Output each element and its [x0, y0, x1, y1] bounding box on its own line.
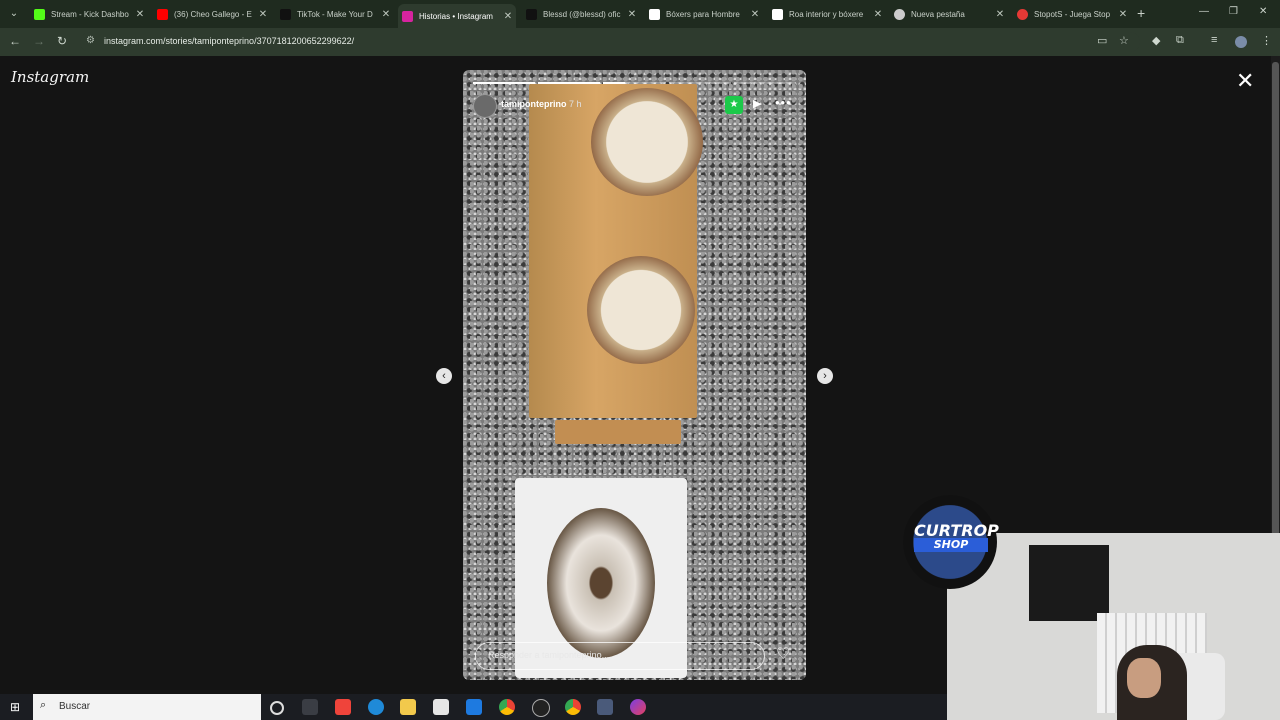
close-tab-icon[interactable]: ✕	[871, 9, 885, 20]
tab-blessd[interactable]: Blessd (@blessd) ofic ✕	[522, 4, 639, 24]
chrome-active-icon[interactable]	[565, 699, 581, 715]
cortana-icon[interactable]	[270, 701, 284, 715]
youtube-icon	[157, 8, 168, 20]
extensions-puzzle-icon[interactable]: ⧉	[1176, 34, 1184, 47]
progress-segment	[733, 82, 797, 84]
like-heart-icon[interactable]: ♡	[776, 644, 790, 664]
file-explorer-icon[interactable]	[400, 699, 416, 715]
browser-toolbar: ← → ↻ ⚙ instagram.com/stories/tamipontep…	[0, 28, 1280, 56]
windows-start-icon[interactable]: ⊞	[10, 700, 20, 714]
story-photo-board-stand	[555, 420, 681, 444]
instagram-icon	[402, 10, 413, 22]
tab-instagram-stories[interactable]: Historias • Instagram ✕	[398, 4, 516, 28]
windows-taskbar: ⊞ ⌕ Buscar	[0, 694, 947, 720]
url-text[interactable]: instagram.com/stories/tamiponteprino/370…	[104, 36, 354, 46]
play-icon[interactable]: ▶	[753, 97, 761, 110]
close-tab-icon[interactable]: ✕	[379, 9, 393, 20]
anydesk-icon[interactable]	[335, 699, 351, 715]
shop-logo-text: CURTROP SHOP	[914, 523, 999, 552]
tab-search-icon[interactable]: ⌄	[6, 6, 22, 22]
profile-avatar[interactable]	[1235, 36, 1247, 48]
tab-stopots[interactable]: StopotS - Juega Stop ✕	[1013, 4, 1130, 24]
close-tab-icon[interactable]: ✕	[133, 9, 147, 20]
back-icon[interactable]: ←	[9, 34, 21, 48]
search-label: Buscar	[59, 701, 91, 712]
browser-menu-icon[interactable]: ⋮	[1261, 34, 1272, 47]
install-app-icon[interactable]: ▭	[1097, 34, 1107, 47]
previous-story-button[interactable]: ‹	[436, 368, 452, 384]
task-view-icon[interactable]	[302, 699, 318, 715]
story-progress-bars	[473, 82, 797, 84]
shop-logo-line2: SHOP	[914, 538, 988, 552]
tab-boxers[interactable]: Bóxers para Hombre ✕	[645, 4, 762, 24]
progress-segment	[538, 82, 601, 84]
more-options-icon[interactable]: •••	[775, 95, 792, 110]
minimize-icon[interactable]: —	[1199, 6, 1209, 17]
tab-youtube[interactable]: (36) Cheo Gallego - E ✕	[153, 4, 270, 24]
close-tab-icon[interactable]: ✕	[748, 9, 762, 20]
story-author-avatar[interactable]	[473, 94, 497, 118]
calculator-icon[interactable]	[597, 699, 613, 715]
stopots-icon	[1017, 8, 1028, 20]
tab-tiktok[interactable]: TikTok - Make Your D ✕	[276, 4, 393, 24]
reply-input[interactable]: Responder a tamiponteprino...	[475, 642, 765, 670]
tiktok-icon	[280, 8, 291, 20]
progress-segment	[668, 82, 731, 84]
obs-icon[interactable]	[532, 699, 550, 717]
tab-roa[interactable]: Roa interior y bóxere ✕	[768, 4, 885, 24]
forward-icon[interactable]: →	[33, 34, 45, 48]
close-friends-star-icon: ★	[725, 96, 743, 114]
mail-icon[interactable]	[466, 699, 482, 715]
site-info-icon[interactable]: ⚙	[86, 35, 95, 46]
close-tab-icon[interactable]: ✕	[256, 9, 270, 20]
restore-icon[interactable]: ❐	[1229, 6, 1238, 17]
story-photo-ring-cake	[547, 508, 655, 658]
bookmark-star-icon[interactable]: ☆	[1119, 34, 1129, 47]
story-author-username[interactable]: tamiponteprino	[501, 99, 567, 109]
next-story-button[interactable]: ›	[817, 368, 833, 384]
close-tab-icon[interactable]: ✕	[625, 9, 639, 20]
extension-diamond-icon[interactable]: ◆	[1152, 34, 1160, 47]
close-tab-icon[interactable]: ✕	[993, 9, 1007, 20]
reload-icon[interactable]: ↻	[57, 34, 67, 48]
chrome-icon	[894, 8, 905, 20]
search-icon: ⌕	[40, 699, 47, 711]
address-bar[interactable]: ⚙ instagram.com/stories/tamiponteprino/3…	[80, 32, 1140, 52]
story-photo-bread-bottom	[587, 256, 695, 364]
instagram-logo[interactable]: Instagram	[11, 68, 89, 86]
new-tab-button[interactable]: +	[1137, 5, 1145, 21]
tab-new-tab[interactable]: Nueva pestaña ✕	[890, 4, 1007, 24]
story-timestamp: 7 h	[569, 99, 582, 109]
webcam-tv	[1029, 545, 1109, 621]
media-controls-icon[interactable]: ≡	[1211, 34, 1217, 46]
chrome-icon[interactable]	[499, 699, 515, 715]
tab-strip: ⌄ Stream - Kick Dashbo ✕ (36) Cheo Galleg…	[0, 0, 1280, 28]
progress-segment	[473, 82, 536, 84]
store-favicon-icon	[649, 8, 660, 20]
store-favicon-icon	[772, 8, 783, 20]
close-tab-icon[interactable]: ✕	[1116, 9, 1130, 20]
progress-segment-current	[603, 82, 666, 84]
close-stories-icon[interactable]: ✕	[1236, 70, 1254, 92]
webcam-face	[1127, 658, 1161, 698]
tiktok-icon	[526, 8, 537, 20]
reply-placeholder: Responder a tamiponteprino...	[488, 650, 610, 660]
story-header: tamiponteprino 7 h ★ ▶ •••	[473, 94, 796, 118]
kick-icon	[34, 8, 45, 20]
close-tab-icon[interactable]: ✕	[501, 11, 515, 22]
edge-icon[interactable]	[368, 699, 384, 715]
messenger-icon[interactable]	[630, 699, 646, 715]
story-viewer[interactable]: tamiponteprino 7 h ★ ▶ ••• Responder a t…	[463, 70, 806, 680]
tab-kick[interactable]: Stream - Kick Dashbo ✕	[30, 4, 147, 24]
window-close-icon[interactable]: ✕	[1259, 6, 1267, 17]
taskbar-search[interactable]: ⌕ Buscar	[33, 694, 261, 720]
webcam-overlay	[947, 533, 1280, 720]
store-icon[interactable]	[433, 699, 449, 715]
